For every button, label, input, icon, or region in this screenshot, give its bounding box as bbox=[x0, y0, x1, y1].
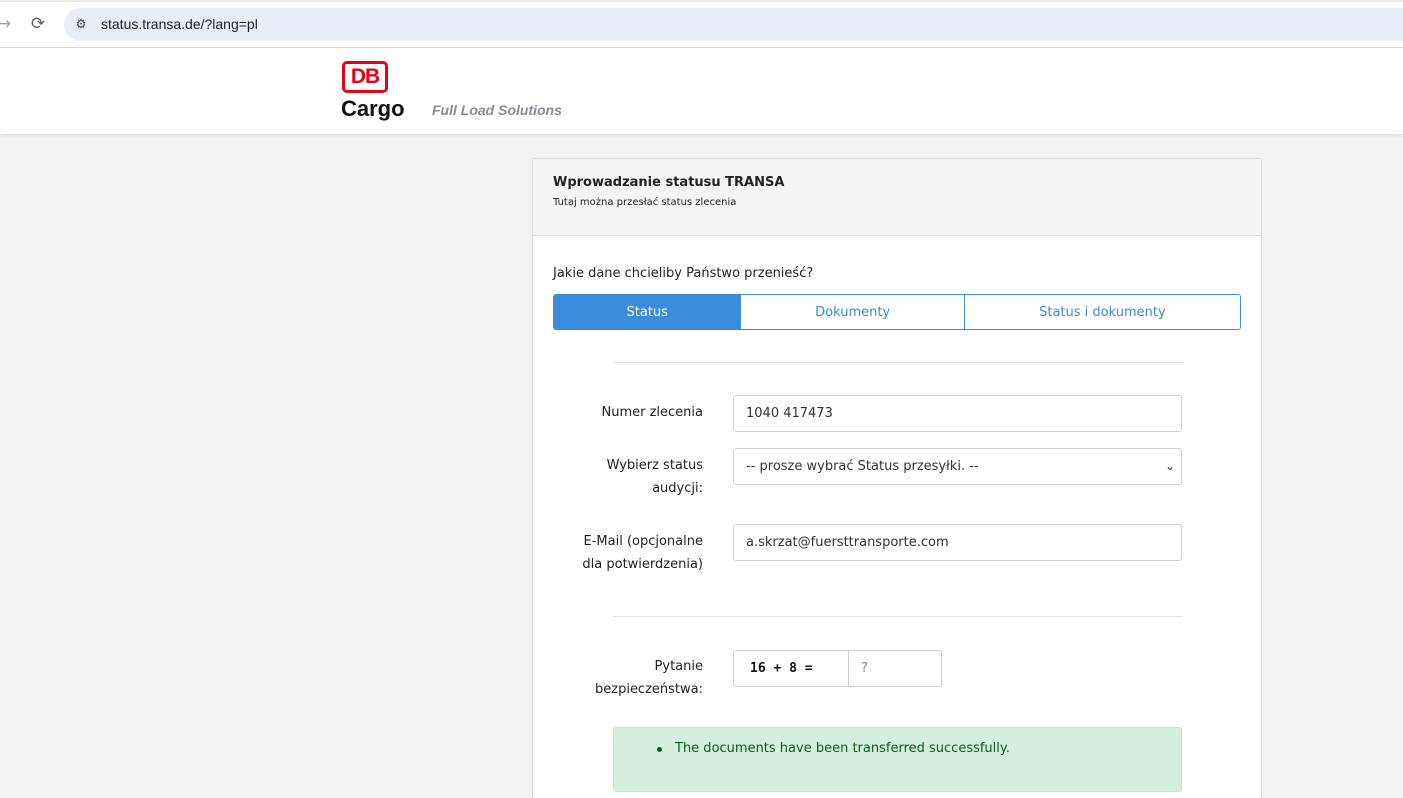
email-label-line1: E-Mail (opcjonalne bbox=[583, 534, 704, 549]
success-message: The documents have been transferred succ… bbox=[675, 741, 1010, 756]
bullet-icon bbox=[657, 747, 662, 752]
order-number-label: Numer zlecenia bbox=[601, 405, 704, 420]
security-label-line2: bezpieczeństwa: bbox=[595, 682, 703, 697]
card-header: Wprowadzanie statusu TRANSA Tutaj można … bbox=[533, 159, 1261, 236]
chevron-down-icon: ⌄ bbox=[1164, 459, 1175, 473]
status-card: Wprowadzanie statusu TRANSA Tutaj można … bbox=[532, 158, 1262, 798]
tune-icon[interactable]: ⚙ bbox=[72, 15, 90, 33]
reload-icon[interactable]: ⟳ bbox=[26, 12, 50, 36]
status-label: Wybierz status audycji: bbox=[533, 454, 703, 500]
db-logo-text: DB bbox=[350, 65, 380, 88]
status-label-line1: Wybierz status bbox=[606, 458, 703, 473]
order-number-input[interactable]: 1040 417473 bbox=[733, 395, 1182, 432]
captcha-group: 16 + 8 = ? bbox=[733, 650, 942, 687]
tab-strip bbox=[0, 0, 1403, 2]
tab-status-and-documents[interactable]: Status i dokumenty bbox=[963, 295, 1240, 329]
email-label: E-Mail (opcjonalne dla potwierdzenia) bbox=[533, 530, 703, 576]
url-text[interactable]: status.transa.de/?lang=pl bbox=[101, 16, 258, 32]
status-label-line2: audycji: bbox=[652, 481, 703, 496]
address-bar[interactable]: ⚙ status.transa.de/?lang=pl bbox=[64, 8, 1403, 41]
db-logo[interactable]: DB bbox=[342, 61, 388, 93]
email-input[interactable]: a.skrzat@fuersttransporte.com bbox=[733, 524, 1182, 561]
card-title: Wprowadzanie statusu TRANSA bbox=[553, 175, 785, 190]
email-label-line2: dla potwierdzenia) bbox=[582, 557, 703, 572]
browser-toolbar: → ⟳ ⚙ status.transa.de/?lang=pl bbox=[0, 0, 1403, 48]
brand-tagline: Full Load Solutions bbox=[432, 102, 562, 118]
success-alert: The documents have been transferred succ… bbox=[613, 727, 1182, 792]
status-select-value: -- prosze wybrać Status przesyłki. -- bbox=[746, 459, 979, 474]
security-label-line1: Pytanie bbox=[654, 659, 703, 674]
divider bbox=[613, 362, 1183, 363]
arrow-back-icon[interactable]: → bbox=[0, 12, 16, 36]
transfer-type-tabs: Status Dokumenty Status i dokumenty bbox=[553, 294, 1241, 330]
site-header: DB Cargo Full Load Solutions bbox=[0, 48, 1403, 134]
transfer-question: Jakie dane chcieliby Państwo przenieść? bbox=[553, 266, 814, 281]
captcha-answer-input[interactable]: ? bbox=[849, 651, 941, 686]
security-label: Pytanie bezpieczeństwa: bbox=[533, 655, 703, 701]
card-subtitle: Tutaj można przesłać status zlecenia bbox=[553, 197, 737, 208]
captcha-question: 16 + 8 = bbox=[734, 651, 849, 686]
brand-name: Cargo bbox=[341, 96, 405, 121]
tab-documents[interactable]: Dokumenty bbox=[740, 295, 964, 329]
divider bbox=[613, 616, 1183, 617]
status-select[interactable]: -- prosze wybrać Status przesyłki. -- ⌄ bbox=[733, 448, 1182, 485]
tab-status[interactable]: Status bbox=[554, 295, 741, 329]
